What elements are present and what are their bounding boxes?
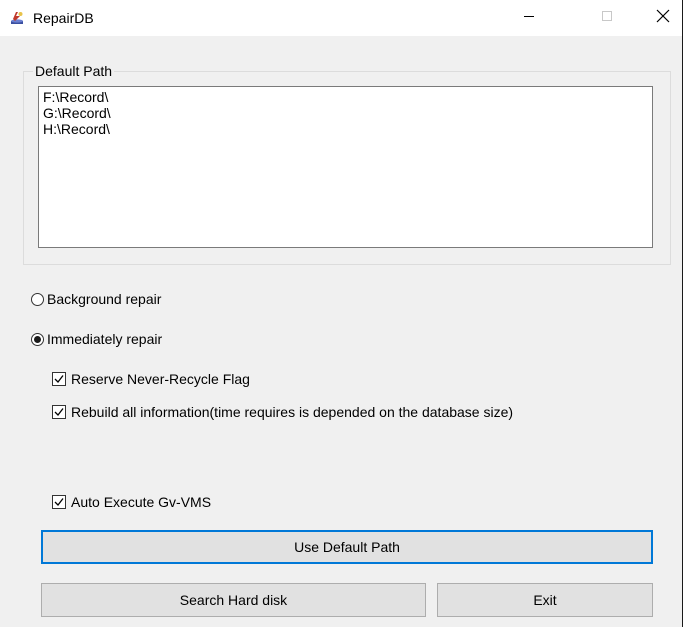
rebuild-information-checkbox[interactable]: [52, 405, 66, 419]
path-list-item[interactable]: F:\Record\: [43, 89, 648, 105]
repair-db-icon: [9, 10, 25, 26]
close-button[interactable]: [640, 0, 683, 36]
immediately-repair-option[interactable]: Immediately repair: [31, 330, 162, 348]
minimize-button[interactable]: [506, 0, 552, 36]
checkmark-icon: [54, 408, 64, 416]
rebuild-information-label: Rebuild all information(time requires is…: [71, 404, 514, 420]
immediately-repair-radio[interactable]: [31, 332, 44, 346]
checkmark-icon: [54, 375, 64, 383]
use-default-path-button[interactable]: Use Default Path: [41, 530, 653, 564]
checkmark-icon: [54, 498, 64, 506]
background-repair-label: Background repair: [47, 291, 162, 307]
maximize-button[interactable]: [584, 0, 630, 36]
window-title: RepairDB: [33, 10, 94, 26]
background-repair-option[interactable]: Background repair: [31, 290, 161, 308]
title-bar[interactable]: RepairDB: [0, 0, 682, 36]
maximize-icon: [601, 9, 613, 27]
rebuild-information-option[interactable]: Rebuild all information(time requires is…: [52, 403, 513, 421]
reserve-flag-checkbox[interactable]: [52, 372, 66, 386]
auto-execute-checkbox[interactable]: [52, 495, 66, 509]
exit-button[interactable]: Exit: [437, 583, 653, 617]
auto-execute-label: Auto Execute Gv-VMS: [71, 494, 212, 510]
default-path-label: Default Path: [33, 62, 115, 80]
default-path-list[interactable]: F:\Record\ G:\Record\ H:\Record\: [38, 86, 653, 248]
repairdb-window: RepairDB Default Path F:\Record\ G:\Reco…: [0, 0, 683, 627]
minimize-icon: [523, 9, 535, 27]
radio-selected-dot: [34, 335, 41, 343]
reserve-flag-label: Reserve Never-Recycle Flag: [71, 371, 250, 387]
background-repair-radio[interactable]: [31, 292, 44, 306]
path-list-item[interactable]: G:\Record\: [43, 105, 648, 121]
search-hard-disk-button[interactable]: Search Hard disk: [41, 583, 426, 617]
close-icon: [656, 9, 670, 28]
auto-execute-option[interactable]: Auto Execute Gv-VMS: [52, 493, 211, 511]
path-list-item[interactable]: H:\Record\: [43, 121, 648, 137]
reserve-flag-option[interactable]: Reserve Never-Recycle Flag: [52, 370, 250, 388]
immediately-repair-label: Immediately repair: [47, 331, 163, 347]
